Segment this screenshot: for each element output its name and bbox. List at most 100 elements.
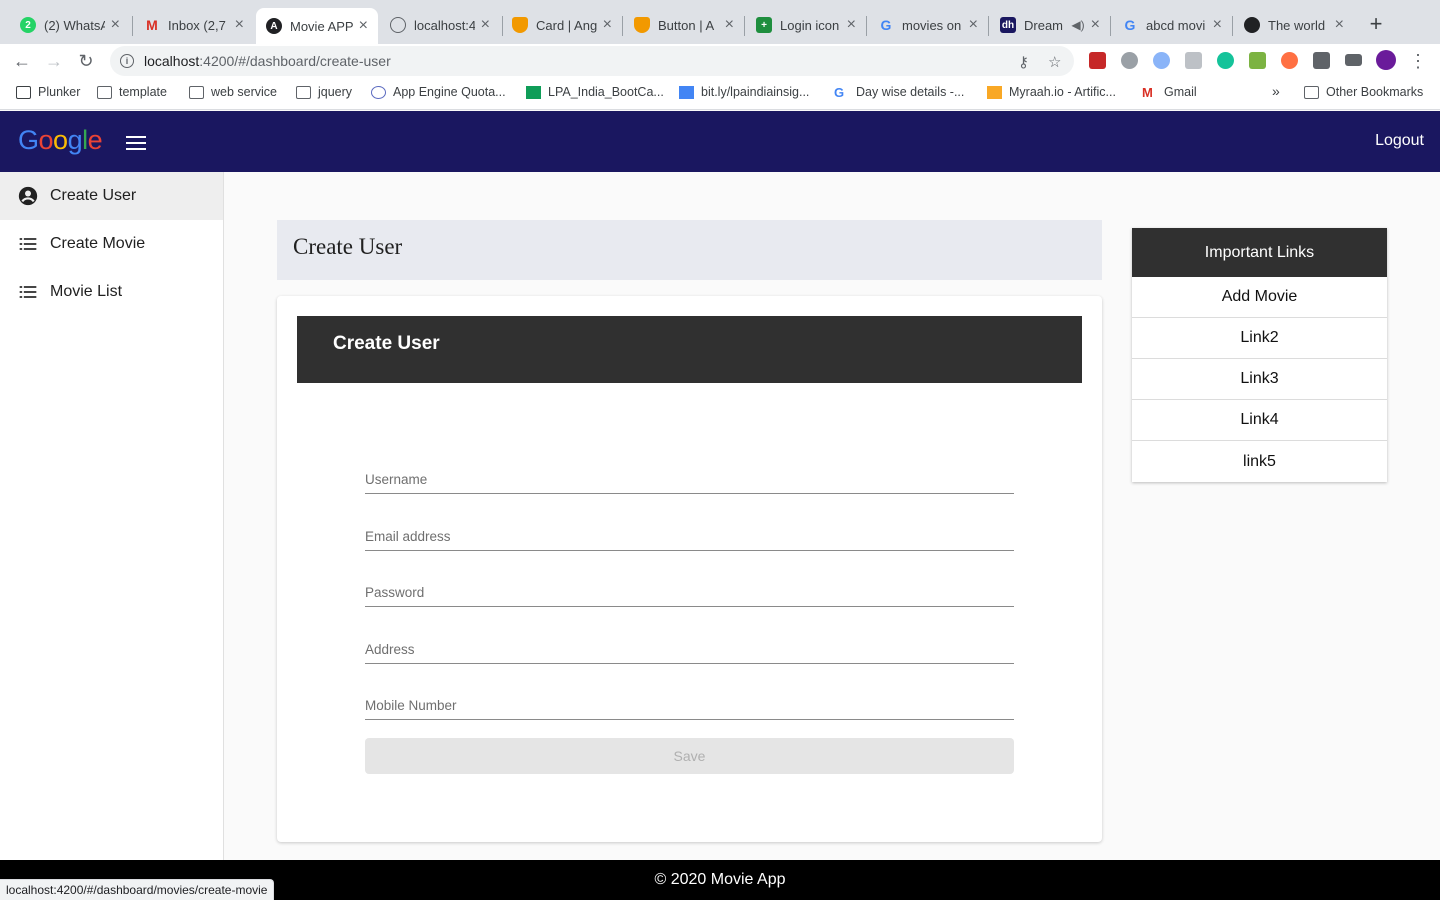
footer-text: © 2020 Movie App <box>654 871 786 888</box>
bookmark-item[interactable]: G Day wise details -... <box>834 85 964 99</box>
mobile-number-input[interactable] <box>365 690 1014 719</box>
extension-icon[interactable] <box>1185 52 1202 69</box>
sidebar-item-movie-list[interactable]: Movie List <box>0 268 223 316</box>
save-button[interactable]: Save <box>365 738 1014 774</box>
close-icon[interactable]: × <box>1091 16 1100 34</box>
close-icon[interactable]: × <box>111 16 120 34</box>
password-field[interactable]: Password <box>365 577 1014 607</box>
info-icon[interactable]: i <box>120 54 134 68</box>
bookmark-label: Myraah.io - Artific... <box>1009 85 1116 99</box>
close-icon[interactable]: × <box>1335 16 1344 34</box>
skype-extension-icon[interactable] <box>1121 52 1138 69</box>
plus-square-icon: + <box>756 17 772 33</box>
list-icon <box>19 286 37 298</box>
gmail-icon: M <box>1142 84 1153 100</box>
close-icon[interactable]: × <box>969 16 978 34</box>
other-bookmarks[interactable]: Other Bookmarks <box>1304 85 1423 99</box>
browser-tab[interactable]: G abcd movi × <box>1112 8 1232 42</box>
close-icon[interactable]: × <box>481 16 490 34</box>
browser-tab[interactable]: The world × <box>1234 8 1354 42</box>
link-add-movie[interactable]: Add Movie <box>1132 277 1387 318</box>
browser-toolbar: ← → ↻ i localhost:4200/#/dashboard/creat… <box>0 44 1440 78</box>
new-tab-button[interactable]: + <box>1364 11 1388 36</box>
app-header: Google Logout <box>0 111 1440 172</box>
logo-letter: e <box>87 125 103 155</box>
link-3[interactable]: Link3 <box>1132 359 1387 400</box>
link-2[interactable]: Link2 <box>1132 318 1387 359</box>
google-icon: G <box>834 84 845 100</box>
extension-icon[interactable] <box>1281 52 1298 69</box>
browser-tab[interactable]: 2 (2) WhatsApp × <box>10 8 130 42</box>
bookmark-item[interactable]: template <box>97 85 167 99</box>
address-input[interactable] <box>365 634 1014 663</box>
close-icon[interactable]: × <box>847 16 856 34</box>
sidebar-item-label: Create User <box>50 187 137 204</box>
github-icon <box>1244 17 1260 33</box>
cors-extension-icon[interactable] <box>1089 52 1106 69</box>
link-4[interactable]: Link4 <box>1132 400 1387 441</box>
card-header: Create User <box>297 316 1082 383</box>
other-bookmarks-label: Other Bookmarks <box>1326 85 1424 99</box>
mobile-number-field[interactable]: Mobile Number <box>365 690 1014 720</box>
close-icon[interactable]: × <box>603 16 612 34</box>
media-icon[interactable] <box>1345 54 1362 66</box>
angular-icon: A <box>266 18 282 34</box>
menu-icon[interactable] <box>126 136 146 150</box>
address-bar[interactable]: i localhost:4200/#/dashboard/create-user… <box>110 46 1074 76</box>
email-input[interactable] <box>365 521 1014 550</box>
password-input[interactable] <box>365 577 1014 606</box>
logo-letter: o <box>38 125 54 155</box>
browser-tab[interactable]: dh Dream ◀) × <box>990 8 1110 42</box>
logo-letter: o <box>53 125 68 155</box>
bookmark-item[interactable]: web service <box>189 85 277 99</box>
tab-title: movies on <box>902 17 962 33</box>
kebab-menu-icon[interactable]: ⋮ <box>1406 49 1430 73</box>
browser-tab[interactable]: localhost:4 × <box>380 8 500 42</box>
tab-title: Movie APP <box>290 18 353 34</box>
bookmark-label: template <box>119 85 167 99</box>
browser-tab-strip: 2 (2) WhatsApp × M Inbox (2,7 × A Movie … <box>0 0 1440 44</box>
address-field[interactable]: Address <box>365 634 1014 664</box>
link-5[interactable]: link5 <box>1132 441 1387 482</box>
key-icon[interactable]: ⚷ <box>1018 53 1029 71</box>
logout-button[interactable]: Logout <box>1375 132 1424 150</box>
forward-button[interactable]: → <box>42 49 66 73</box>
browser-tab[interactable]: G movies on × <box>868 8 988 42</box>
browser-tab[interactable]: M Inbox (2,7 × <box>134 8 254 42</box>
username-field[interactable]: Username <box>365 464 1014 494</box>
reload-button[interactable]: ↻ <box>74 49 98 73</box>
bookmark-item[interactable]: bit.ly/lpaindiainsig... <box>679 85 809 99</box>
browser-tab[interactable]: + Login icon × <box>746 8 866 42</box>
account-circle-icon <box>18 186 38 206</box>
close-icon[interactable]: × <box>1213 16 1222 34</box>
bookmark-item[interactable]: jquery <box>296 85 352 99</box>
bookmark-item[interactable]: Myraah.io - Artific... <box>987 85 1116 99</box>
sidebar-item-create-user[interactable]: Create User <box>0 172 223 220</box>
page-header: Create User <box>277 220 1102 280</box>
close-icon[interactable]: × <box>725 16 734 34</box>
star-icon[interactable]: ☆ <box>1048 53 1061 71</box>
extension-icon[interactable] <box>1249 52 1266 69</box>
bookmark-item[interactable]: LPA_India_BootCa... <box>526 85 664 99</box>
browser-tab[interactable]: Card | Ang × <box>502 8 622 42</box>
tab-title: localhost:4 <box>414 17 475 33</box>
username-input[interactable] <box>365 464 1014 493</box>
close-icon[interactable]: × <box>235 16 244 34</box>
puzzle-icon[interactable] <box>1313 52 1330 69</box>
browser-tab-active[interactable]: A Movie APP × <box>256 8 378 44</box>
browser-tab[interactable]: Button | A × <box>624 8 744 42</box>
bookmark-item[interactable]: M Gmail <box>1142 85 1197 99</box>
back-button[interactable]: ← <box>10 49 34 73</box>
extension-icon[interactable] <box>1153 52 1170 69</box>
speaker-icon[interactable]: ◀) <box>1071 18 1084 32</box>
avatar[interactable] <box>1376 50 1396 70</box>
email-field[interactable]: Email address <box>365 521 1014 551</box>
bookmarks-overflow-button[interactable]: » <box>1272 83 1280 99</box>
bookmark-item[interactable]: App Engine Quota... <box>371 85 506 99</box>
grammarly-icon[interactable] <box>1217 52 1234 69</box>
sidebar-item-create-movie[interactable]: Create Movie <box>0 220 223 268</box>
google-logo[interactable]: Google <box>18 125 103 156</box>
sheets-icon <box>526 85 541 99</box>
close-icon[interactable]: × <box>359 17 368 35</box>
bookmark-item[interactable]: Plunker <box>16 85 80 99</box>
